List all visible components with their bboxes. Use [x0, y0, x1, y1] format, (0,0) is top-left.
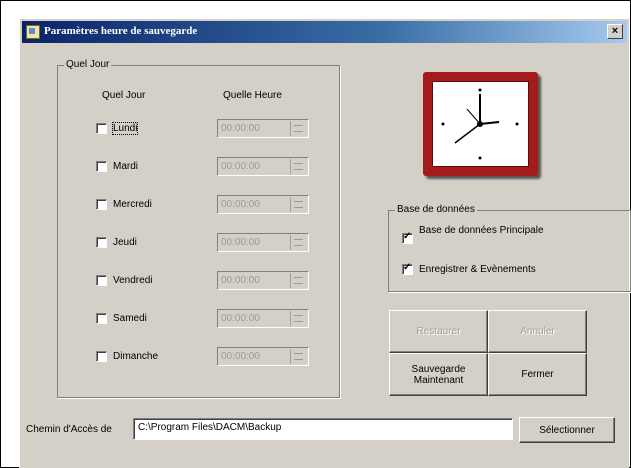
day-label-vendredi[interactable]: Vendredi — [113, 275, 152, 286]
title-bar[interactable]: Paramètres heure de sauvegarde × — [22, 21, 627, 43]
time-value-mardi: 00:00:00 — [221, 161, 260, 172]
time-spinner-mardi[interactable] — [290, 159, 307, 174]
time-spinner-dimanche[interactable] — [290, 349, 307, 364]
backup-settings-dialog: Paramètres heure de sauvegarde × Quel Jo… — [19, 18, 631, 468]
time-column-header: Quelle Heure — [223, 90, 282, 101]
day-row-dimanche: Dimanche 00:00:00 — [58, 347, 318, 367]
time-field-lundi[interactable]: 00:00:00 — [217, 119, 309, 138]
time-spinner-vendredi[interactable] — [290, 273, 307, 288]
time-value-lundi: 00:00:00 — [221, 123, 260, 134]
day-row-vendredi: Vendredi 00:00:00 — [58, 271, 318, 291]
events-checkbox[interactable] — [402, 262, 413, 275]
time-spinner-mercredi[interactable] — [290, 197, 307, 212]
time-value-samedi: 00:00:00 — [221, 313, 260, 324]
day-label-mercredi[interactable]: Mercredi — [113, 199, 152, 210]
day-row-samedi: Samedi 00:00:00 — [58, 309, 318, 329]
day-row-lundi: Lundi 00:00:00 — [58, 119, 318, 139]
clock-hands — [441, 88, 519, 160]
app-icon — [26, 25, 40, 39]
day-checkbox-lundi[interactable] — [96, 123, 107, 134]
day-label-jeudi[interactable]: Jeudi — [113, 237, 137, 248]
restore-button[interactable]: Restaurer — [389, 310, 488, 353]
close-icon[interactable]: × — [607, 24, 623, 39]
day-row-mercredi: Mercredi 00:00:00 — [58, 195, 318, 215]
main-database-checkbox[interactable] — [402, 231, 413, 244]
day-row-mardi: Mardi 00:00:00 — [58, 157, 318, 177]
cancel-button[interactable]: Annuler — [488, 310, 587, 353]
time-value-vendredi: 00:00:00 — [221, 275, 260, 286]
day-label-mardi[interactable]: Mardi — [113, 161, 138, 172]
time-field-mercredi[interactable]: 00:00:00 — [217, 195, 309, 214]
time-spinner-samedi[interactable] — [290, 311, 307, 326]
time-field-samedi[interactable]: 00:00:00 — [217, 309, 309, 328]
time-value-jeudi: 00:00:00 — [221, 237, 260, 248]
time-field-mardi[interactable]: 00:00:00 — [217, 157, 309, 176]
day-checkbox-samedi[interactable] — [96, 313, 107, 324]
time-value-dimanche: 00:00:00 — [221, 351, 260, 362]
day-label-lundi[interactable]: Lundi — [111, 122, 139, 135]
select-button[interactable]: Sélectionner — [519, 417, 615, 443]
day-checkbox-jeudi[interactable] — [96, 237, 107, 248]
backup-now-button[interactable]: Sauvegarde Maintenant — [389, 353, 488, 396]
day-checkbox-mardi[interactable] — [96, 161, 107, 172]
events-label[interactable]: Enregistrer & Evènements — [419, 264, 536, 275]
time-field-dimanche[interactable]: 00:00:00 — [217, 347, 309, 366]
window-title: Paramètres heure de sauvegarde — [44, 25, 198, 37]
day-label-dimanche[interactable]: Dimanche — [113, 351, 158, 362]
day-checkbox-vendredi[interactable] — [96, 275, 107, 286]
time-field-vendredi[interactable]: 00:00:00 — [217, 271, 309, 290]
day-column-header: Quel Jour — [102, 90, 146, 101]
schedule-group-title: Quel Jour — [64, 59, 112, 70]
day-checkbox-mercredi[interactable] — [96, 199, 107, 210]
time-field-jeudi[interactable]: 00:00:00 — [217, 233, 309, 252]
backup-path-label: Chemin d'Accès de — [26, 424, 112, 435]
main-database-label[interactable]: Base de données Principale — [419, 225, 559, 236]
day-row-jeudi: Jeudi 00:00:00 — [58, 233, 318, 253]
schedule-group: Quel Jour Quel Jour Quelle Heure Lundi 0… — [57, 59, 340, 398]
clock-face — [432, 81, 529, 167]
day-label-samedi[interactable]: Samedi — [113, 313, 147, 324]
time-spinner-jeudi[interactable] — [290, 235, 307, 250]
database-group-title: Base de données — [395, 204, 477, 215]
day-checkbox-dimanche[interactable] — [96, 351, 107, 362]
time-spinner-lundi[interactable] — [290, 121, 307, 136]
database-group: Base de données Base de données Principa… — [388, 204, 631, 292]
time-value-mercredi: 00:00:00 — [221, 199, 260, 210]
backup-path-input[interactable]: C:\Program Files\DACM\Backup — [133, 418, 513, 440]
clock-icon — [423, 72, 538, 176]
close-button[interactable]: Fermer — [488, 353, 587, 396]
